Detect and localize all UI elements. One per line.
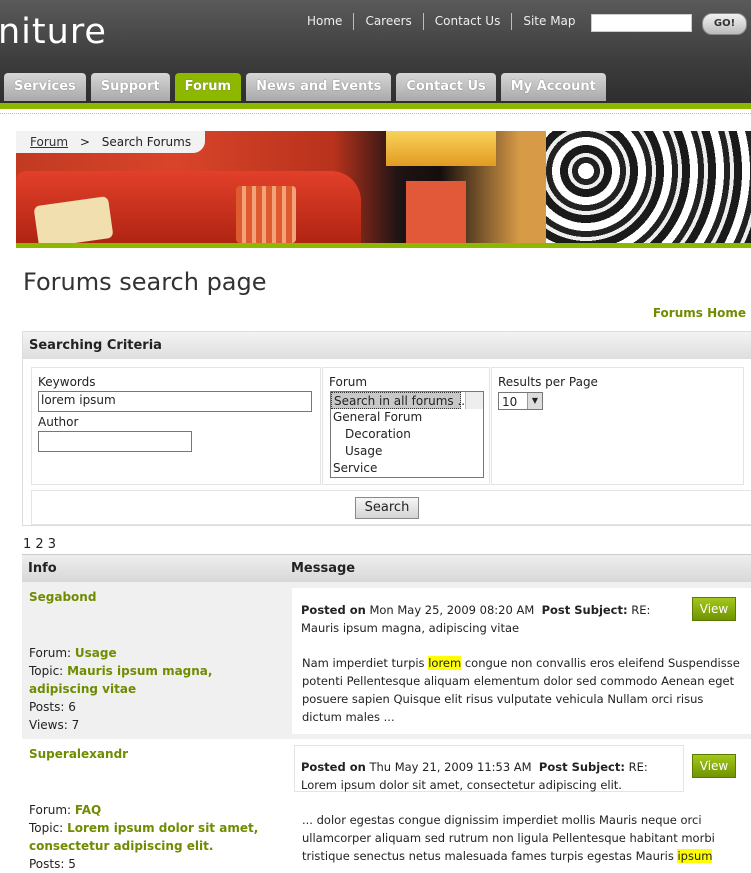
- criteria-heading: Searching Criteria: [23, 332, 751, 359]
- chevron-down-icon[interactable]: ▼: [527, 393, 542, 409]
- site-header: niture Home Careers Contact Us Site Map …: [0, 0, 751, 103]
- results-per-page-select[interactable]: 10 ▼: [498, 392, 543, 410]
- breadcrumb-current: Search Forums: [101, 135, 192, 149]
- main-nav-tabs: Services Support Forum News and Events C…: [4, 73, 606, 101]
- tab-support[interactable]: Support: [90, 73, 170, 101]
- tab-contact-us[interactable]: Contact Us: [396, 73, 496, 101]
- posts-count: 5: [68, 857, 76, 871]
- tab-forum[interactable]: Forum: [174, 73, 242, 101]
- breadcrumb-forum-link[interactable]: Forum: [30, 135, 68, 149]
- header-accent-bar: [0, 103, 751, 109]
- posted-on-label: Posted on: [301, 603, 366, 617]
- forum-link[interactable]: FAQ: [75, 803, 101, 817]
- forum-label: Forum: [329, 375, 368, 389]
- message-body: Nam imperdiet turpis lorem congue non co…: [302, 656, 740, 724]
- tab-services[interactable]: Services: [4, 73, 86, 101]
- view-button[interactable]: View: [692, 597, 736, 621]
- forum-option[interactable]: Service: [331, 460, 483, 477]
- divider: [0, 111, 751, 114]
- view-button[interactable]: View: [692, 754, 736, 778]
- message-body: ... dolor egestas congue dignissim imper…: [302, 813, 715, 863]
- go-button[interactable]: GO!: [702, 13, 747, 35]
- posted-on-label: Posted on: [301, 760, 366, 774]
- views-count: 7: [71, 718, 80, 732]
- top-link-sitemap[interactable]: Site Map: [511, 13, 586, 30]
- posts-label: Posts:: [29, 700, 65, 714]
- tab-my-account[interactable]: My Account: [500, 73, 606, 101]
- search-highlight: ipsum: [677, 849, 713, 863]
- search-highlight: lorem: [428, 656, 462, 670]
- topic-label: Topic:: [29, 664, 64, 678]
- col-message: Message: [291, 561, 356, 576]
- views-label: Views:: [29, 718, 68, 732]
- tab-news-events[interactable]: News and Events: [246, 73, 392, 101]
- pagination[interactable]: 1 2 3: [23, 537, 56, 552]
- forum-option[interactable]: General Forum: [331, 409, 483, 426]
- posts-label: Posts:: [29, 857, 65, 871]
- forums-home-link[interactable]: Forums Home: [653, 306, 746, 320]
- keywords-label: Keywords: [38, 375, 96, 389]
- forum-option[interactable]: Decoration: [331, 426, 483, 443]
- info-cell: Segabond Forum: Usage Topic: Mauris ipsu…: [22, 588, 285, 734]
- subject-label: Post Subject:: [541, 603, 628, 617]
- forum-label: Forum:: [29, 646, 72, 660]
- topic-link[interactable]: Lorem ipsum dolor sit amet, consectetur …: [29, 821, 258, 853]
- user-link[interactable]: Superalexandr: [29, 745, 285, 763]
- banner-accent-bar: [16, 243, 751, 248]
- forum-select-list[interactable]: Search in all forums ... General Forum D…: [330, 391, 484, 478]
- posted-date: Thu May 21, 2009 11:53 AM: [369, 760, 532, 774]
- author-label: Author: [38, 415, 79, 429]
- forum-option[interactable]: Usage: [331, 443, 483, 460]
- search-button[interactable]: Search: [355, 497, 419, 519]
- topic-label: Topic:: [29, 821, 64, 835]
- rpp-value: 10: [502, 395, 518, 409]
- breadcrumb: Forum > Search Forums: [16, 131, 206, 153]
- top-link-contact[interactable]: Contact Us: [422, 13, 512, 30]
- breadcrumb-separator: >: [79, 135, 90, 149]
- forum-option[interactable]: Search in all forums ...: [331, 392, 469, 409]
- message-content: Posted on Mon May 25, 2009 08:20 AM Post…: [292, 595, 751, 726]
- keywords-input[interactable]: lorem ipsum: [38, 391, 312, 412]
- user-link[interactable]: Segabond: [29, 588, 285, 606]
- col-info: Info: [28, 561, 57, 576]
- info-cell: Superalexandr Forum: FAQ Topic: Lorem ip…: [22, 745, 285, 873]
- rpp-label: Results per Page: [498, 375, 598, 389]
- posts-count: 6: [68, 700, 76, 714]
- subject-label: Post Subject:: [538, 760, 625, 774]
- page-title: Forums search page: [23, 268, 267, 296]
- forum-label: Forum:: [29, 803, 72, 817]
- posted-date: Mon May 25, 2009 08:20 AM: [369, 603, 535, 617]
- author-input[interactable]: [38, 431, 192, 452]
- forum-link[interactable]: Usage: [75, 646, 117, 660]
- results-table-header: Info Message: [22, 554, 751, 582]
- message-content: Posted on Thu May 21, 2009 11:53 AM Post…: [292, 752, 751, 865]
- site-logo[interactable]: niture: [0, 12, 107, 52]
- top-link-careers[interactable]: Careers: [353, 13, 422, 30]
- site-search-input[interactable]: [591, 14, 692, 32]
- top-link-home[interactable]: Home: [296, 13, 353, 30]
- forum-list-scrollbar[interactable]: [465, 392, 483, 409]
- top-links: Home Careers Contact Us Site Map: [296, 13, 587, 30]
